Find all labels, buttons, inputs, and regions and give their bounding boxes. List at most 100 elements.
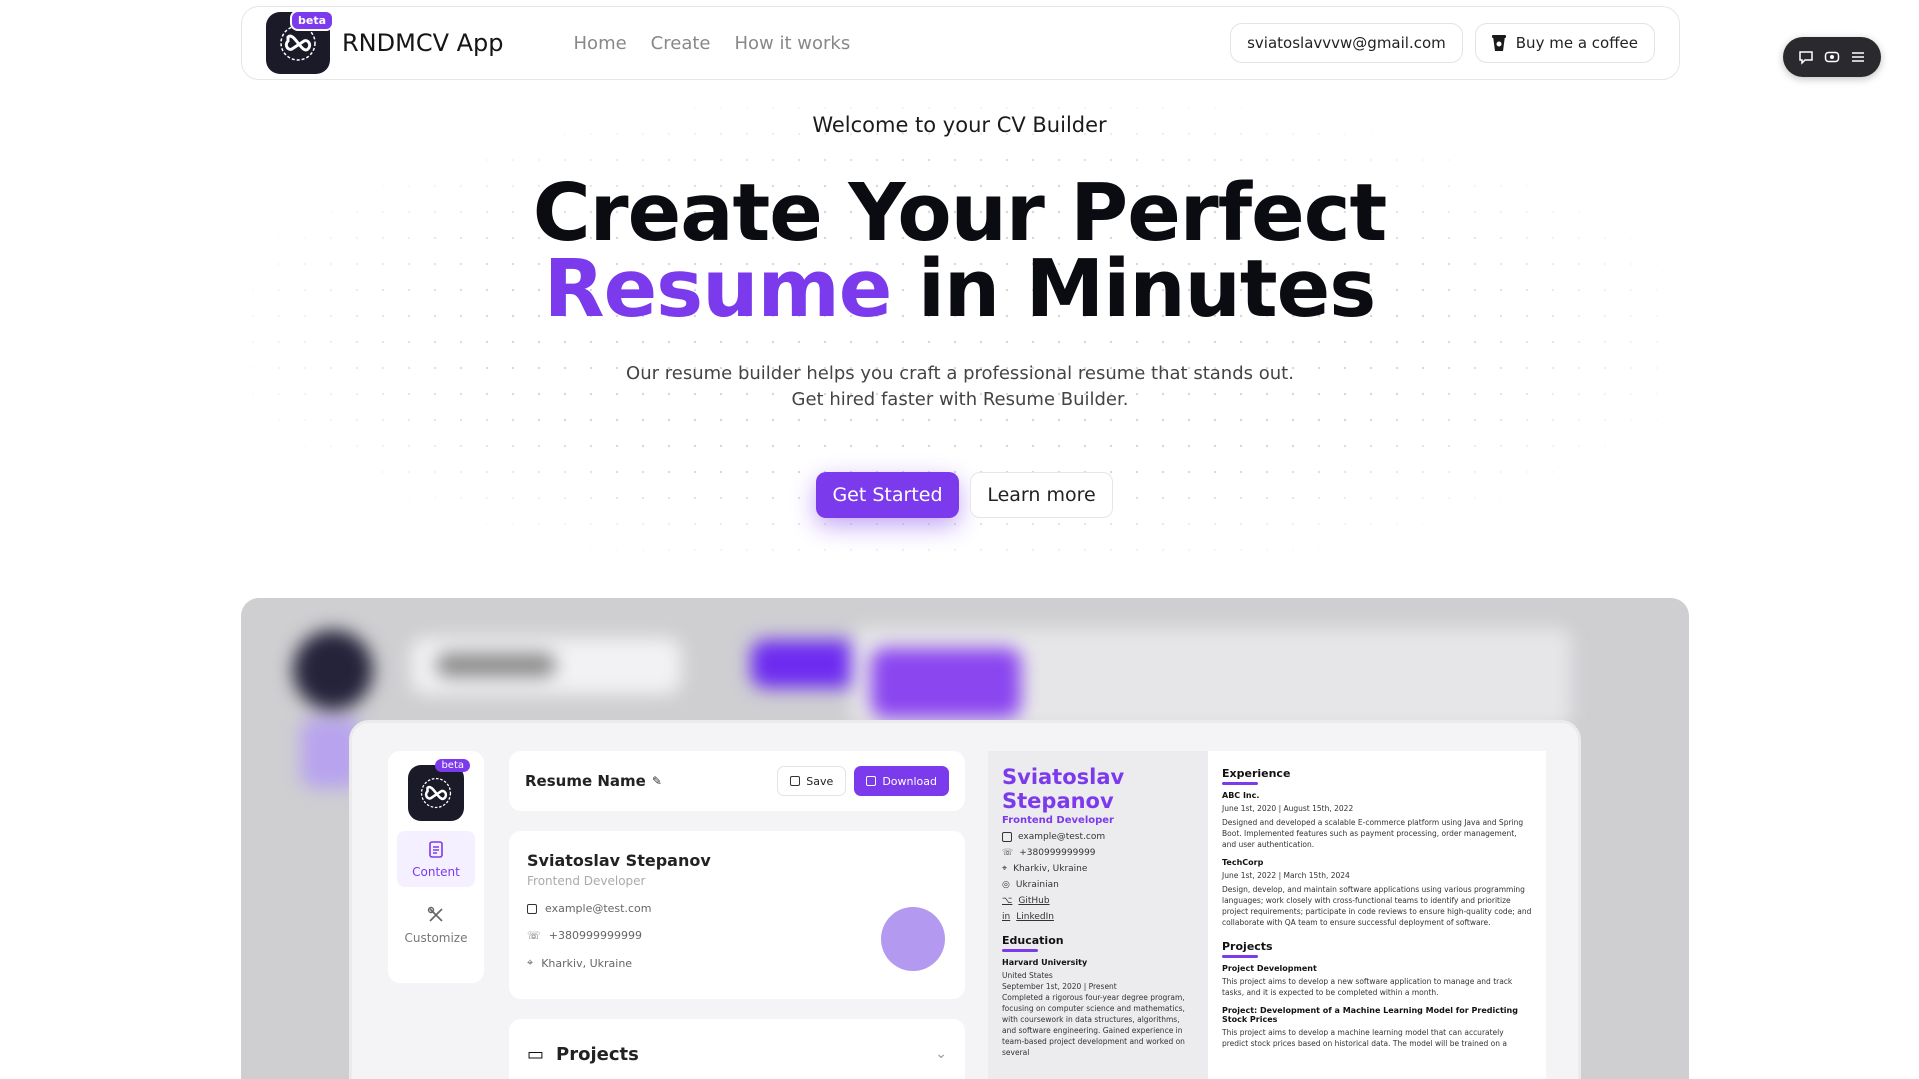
eye-icon[interactable]	[1824, 49, 1840, 65]
resume-github-text: GitHub	[1018, 896, 1050, 906]
sidebar-item-customize[interactable]: Customize	[397, 897, 475, 953]
resume-left-column: Sviatoslav Stepanov Frontend Developer e…	[988, 751, 1208, 1079]
resume-github-link[interactable]: ⌥ GitHub	[1002, 896, 1194, 906]
welcome-text: Welcome to your CV Builder	[812, 113, 1107, 137]
learn-more-button[interactable]: Learn more	[970, 472, 1113, 518]
download-label: Download	[882, 774, 937, 788]
person-name: Sviatoslav Stepanov	[527, 851, 711, 870]
exp2-description: Design, develop, and maintain software a…	[1222, 885, 1532, 927]
user-email: sviatoslavvvw@gmail.com	[1247, 34, 1446, 52]
phone-icon: ☏	[527, 929, 541, 942]
hero-title: Create Your Perfect Resume in Minutes	[0, 174, 1919, 329]
exp1-company: ABC Inc.	[1222, 791, 1260, 800]
github-icon: ⌥	[1002, 896, 1013, 906]
builder-logo[interactable]: beta	[408, 759, 470, 821]
nav-home[interactable]: Home	[574, 33, 627, 54]
exp1-description: Designed and developed a scalable E-comm…	[1222, 818, 1524, 849]
edu-dates: September 1st, 2020 | Present	[1002, 982, 1117, 991]
sidebar-item-content[interactable]: Content	[397, 831, 475, 887]
hero-title-accent: Resume	[543, 243, 893, 335]
header-actions: sviatoslavvvw@gmail.com Buy me a coffee	[1230, 23, 1655, 63]
phone-icon: ☏	[1002, 848, 1014, 858]
mail-icon	[527, 903, 537, 914]
folder-icon: ▭	[527, 1043, 545, 1065]
location-pin-icon: ⌖	[527, 956, 534, 969]
resume-role: Frontend Developer	[1002, 815, 1114, 826]
get-started-button[interactable]: Get Started	[816, 472, 959, 518]
brand-name[interactable]: RNDMCV App	[342, 29, 504, 57]
globe-icon: ◎	[1002, 880, 1010, 890]
education-heading: Education	[1002, 934, 1194, 952]
edit-icon[interactable]: ✎	[652, 774, 662, 788]
comment-icon[interactable]	[1798, 49, 1814, 65]
edu-school: Harvard University	[1002, 958, 1088, 967]
resume-email: example@test.com	[1002, 832, 1194, 842]
resume-actions: Save Download	[777, 766, 949, 796]
location-pin-icon: ⌖	[1002, 864, 1008, 874]
mail-icon	[1002, 832, 1012, 842]
resume-location-text: Kharkiv, Ukraine	[1013, 864, 1088, 874]
document-icon	[866, 776, 877, 786]
app-preview: beta Content Customize Resume Name ✎ Sav…	[241, 598, 1689, 1079]
nav-how-it-works[interactable]: How it works	[734, 33, 850, 54]
resume-language: ◎ Ukrainian	[1002, 880, 1194, 890]
coffee-cup-icon	[1491, 35, 1506, 51]
proj1-description: This project aims to develop a new softw…	[1222, 977, 1513, 997]
edu-country: United States	[1002, 971, 1053, 980]
top-navbar: beta RNDMCV App Home Create How it works…	[241, 6, 1680, 80]
buy-coffee-button[interactable]: Buy me a coffee	[1474, 23, 1655, 63]
proj1-title: Project Development	[1222, 964, 1317, 973]
person-location-row: ⌖ Kharkiv, Ukraine	[527, 956, 947, 970]
builder-window: beta Content Customize Resume Name ✎ Sav…	[349, 720, 1581, 1079]
app-logo[interactable]: beta	[266, 10, 334, 74]
resume-phone-text: +380999999999	[1019, 848, 1096, 858]
clipboard-icon	[429, 841, 443, 858]
avatar[interactable]	[881, 907, 945, 971]
resume-name-title[interactable]: Resume Name	[525, 772, 646, 790]
experience-heading: Experience	[1222, 767, 1532, 785]
person-role: Frontend Developer	[527, 874, 646, 888]
builder-sidebar: beta Content Customize	[388, 751, 484, 983]
edu-description: Completed a rigorous four-year degree pr…	[1002, 993, 1185, 1057]
projects-section-card[interactable]: ▭ Projects ⌄	[509, 1019, 965, 1079]
exp1-dates: June 1st, 2020 | August 15th, 2022	[1222, 804, 1354, 813]
buy-coffee-label: Buy me a coffee	[1515, 34, 1638, 52]
download-button[interactable]: Download	[854, 766, 949, 796]
proj2-description: This project aims to develop a machine l…	[1222, 1028, 1508, 1048]
person-location: Kharkiv, Ukraine	[541, 956, 633, 970]
exp2-company: TechCorp	[1222, 858, 1264, 867]
save-icon	[790, 776, 801, 786]
projects-title: Projects	[556, 1043, 639, 1065]
nav-create[interactable]: Create	[651, 33, 711, 54]
menu-icon[interactable]	[1850, 49, 1866, 65]
resume-linkedin-link[interactable]: in LinkedIn	[1002, 912, 1194, 922]
resume-linkedin-text: LinkedIn	[1016, 912, 1054, 922]
save-label: Save	[806, 774, 834, 788]
resume-location: ⌖ Kharkiv, Ukraine	[1002, 864, 1194, 874]
person-email: example@test.com	[545, 902, 652, 915]
save-button[interactable]: Save	[777, 766, 847, 796]
resume-name-card: Resume Name ✎ Save Download	[509, 751, 965, 811]
hero-title-rest: in Minutes	[891, 243, 1376, 335]
sidebar-item-label: Content	[412, 865, 460, 879]
resume-phone: ☏ +380999999999	[1002, 848, 1194, 858]
user-email-button[interactable]: sviatoslavvvw@gmail.com	[1230, 23, 1463, 63]
main-nav: Home Create How it works	[574, 33, 851, 54]
infinity-logo-icon	[420, 777, 452, 809]
linkedin-icon: in	[1002, 912, 1011, 922]
resume-language-text: Ukrainian	[1015, 880, 1059, 890]
resume-right-column: Experience ABC Inc. June 1st, 2020 | Aug…	[1208, 751, 1546, 1079]
chevron-down-icon[interactable]: ⌄	[935, 1046, 947, 1062]
person-phone: +380999999999	[548, 929, 642, 942]
projects-heading: Projects	[1222, 940, 1532, 958]
resume-name: Sviatoslav Stepanov	[1002, 765, 1125, 813]
exp2-dates: June 1st, 2022 | March 15th, 2024	[1222, 871, 1350, 880]
resume-email-text: example@test.com	[1018, 832, 1106, 842]
hero-subtitle: Our resume builder helps you craft a pro…	[626, 363, 1294, 410]
person-email-row: example@test.com	[527, 902, 947, 915]
floating-toolbar	[1783, 37, 1881, 77]
personal-info-card[interactable]: Sviatoslav Stepanov Frontend Developer e…	[509, 831, 965, 999]
sidebar-item-label: Customize	[404, 931, 468, 945]
proj2-title: Project: Development of a Machine Learni…	[1222, 1006, 1518, 1024]
resume-document-preview: Sviatoslav Stepanov Frontend Developer e…	[988, 751, 1546, 1079]
